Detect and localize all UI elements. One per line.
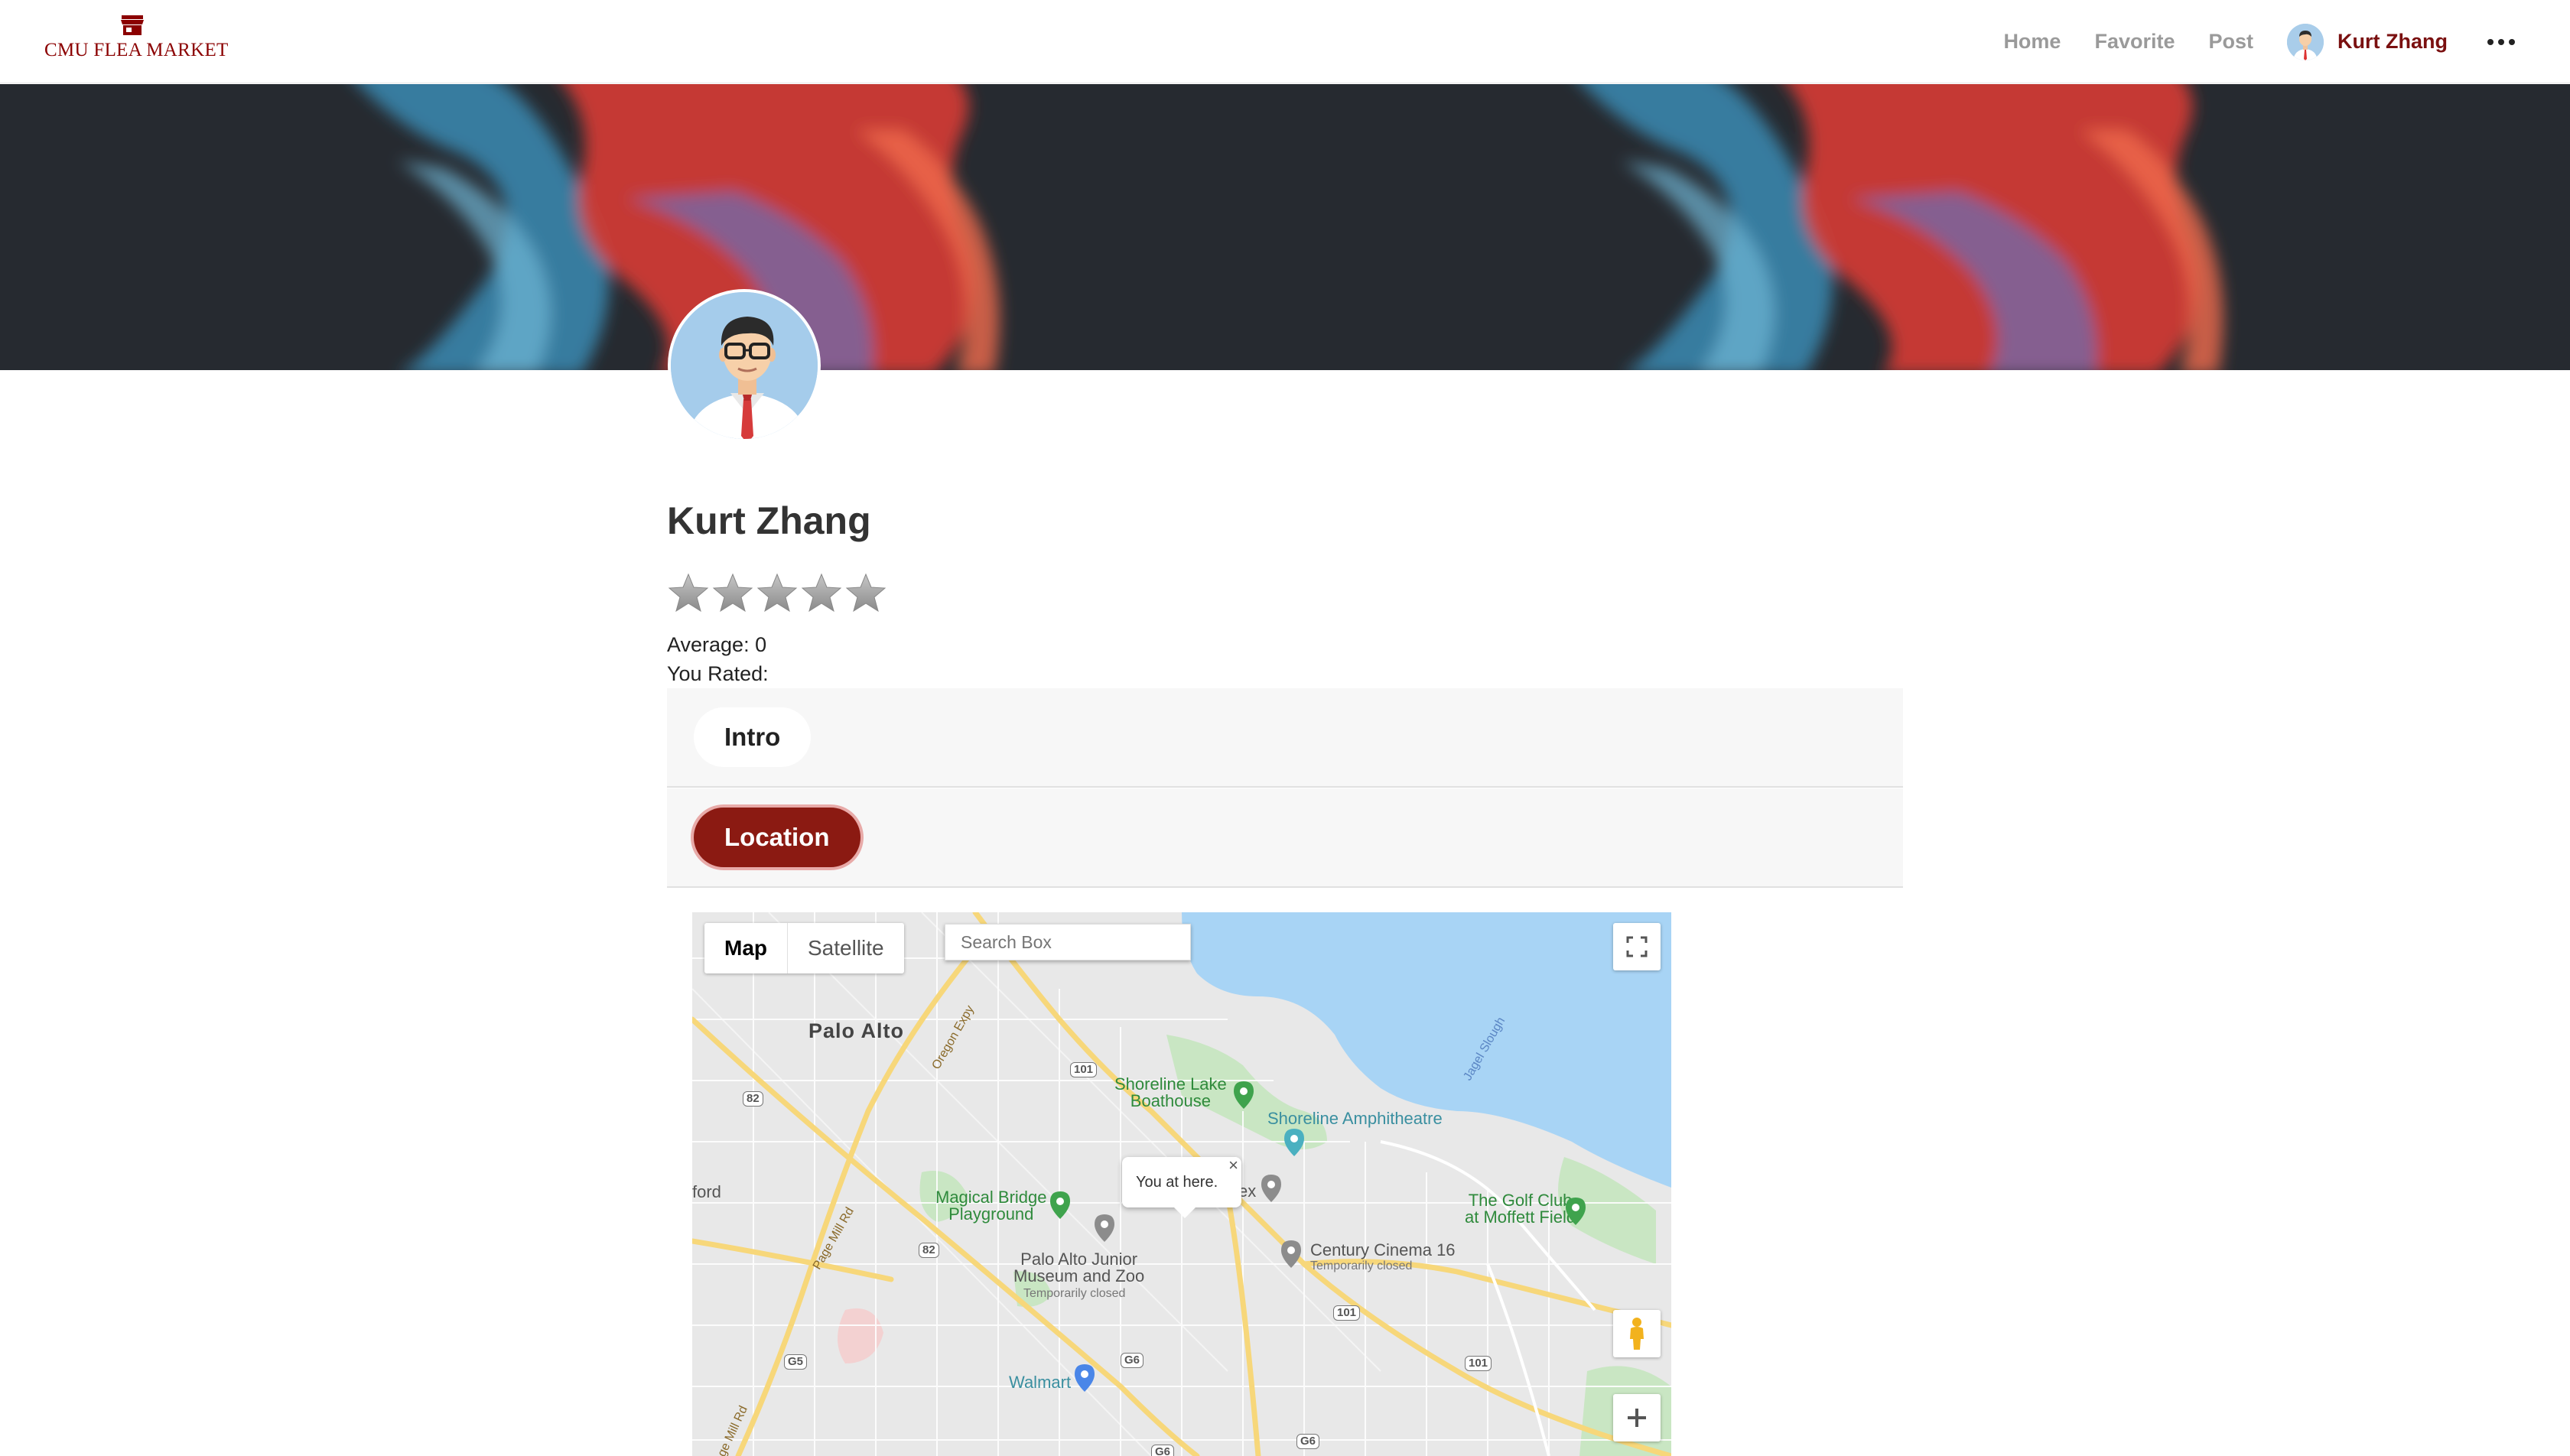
info-window-text: You at here. <box>1136 1173 1218 1191</box>
rating-stars[interactable] <box>667 572 887 615</box>
playground-pin-icon[interactable] <box>1049 1191 1072 1220</box>
map-type-map-button[interactable]: Map <box>704 923 788 973</box>
map-type-satellite-button[interactable]: Satellite <box>788 923 904 973</box>
map-label-magical-bridge: Magical Bridge Playground <box>935 1188 1047 1224</box>
map-label-walmart: Walmart <box>1009 1373 1072 1392</box>
fullscreen-icon[interactable] <box>1613 923 1661 970</box>
highway-shield: G6 <box>1121 1353 1144 1368</box>
profile-name: Kurt Zhang <box>667 499 871 542</box>
close-icon[interactable]: × <box>1228 1155 1238 1175</box>
map-label-junior-museum: Palo Alto Junior Museum and Zoo <box>1013 1250 1145 1285</box>
highway-shield: 82 <box>919 1243 939 1258</box>
brand-name: CMU FLEA MARKET <box>44 40 229 60</box>
map-label-century-cinema: Century Cinema 16 <box>1310 1240 1456 1259</box>
map-type-control: Map Satellite <box>704 923 904 973</box>
tab-location[interactable]: Location <box>694 808 860 867</box>
nav-menu: Home Favorite Post Kurt Zhang <box>2003 0 2570 83</box>
banner-smoke-image <box>358 84 1000 370</box>
place-pin-icon[interactable] <box>1260 1174 1283 1203</box>
zoom-in-icon[interactable] <box>1613 1394 1661 1441</box>
map-label-century-cinema-status: Temporarily closed <box>1310 1259 1413 1272</box>
park-pin-icon[interactable] <box>1232 1081 1255 1110</box>
star-icon[interactable] <box>667 572 710 615</box>
location-panel: Location <box>667 788 1903 888</box>
highway-shield: G6 <box>1151 1445 1175 1456</box>
nav-username: Kurt Zhang <box>2337 30 2448 53</box>
map-label-shoreline-amphitheatre: Shoreline Amphitheatre <box>1267 1109 1443 1128</box>
tab-intro[interactable]: Intro <box>694 707 812 767</box>
street-view-pegman-icon[interactable] <box>1613 1310 1661 1357</box>
profile-banner <box>0 84 2570 370</box>
map-label-junior-museum-status: Temporarily closed <box>1023 1287 1126 1300</box>
banner-smoke-image-repeat <box>1582 84 2224 370</box>
more-horizontal-icon[interactable] <box>2478 27 2524 57</box>
nav-user-menu[interactable]: Kurt Zhang <box>2287 23 2448 60</box>
highway-shield: 101 <box>1070 1062 1098 1077</box>
rating-you-rated: You Rated: <box>667 662 769 685</box>
star-icon[interactable] <box>844 572 887 615</box>
map-label-ford: ford <box>692 1182 721 1201</box>
cinema-pin-icon[interactable] <box>1280 1240 1303 1269</box>
highway-shield: 82 <box>743 1091 763 1107</box>
highway-shield: G5 <box>784 1354 808 1370</box>
venue-pin-icon[interactable] <box>1283 1128 1306 1157</box>
shopping-pin-icon[interactable] <box>1073 1363 1096 1393</box>
star-icon[interactable] <box>800 572 843 615</box>
nav-home-link[interactable]: Home <box>2003 30 2061 54</box>
map-search-input[interactable] <box>945 924 1191 960</box>
highway-shield: 101 <box>1465 1356 1492 1371</box>
map-label-shoreline-lake: Shoreline Lake Boathouse <box>1114 1074 1227 1110</box>
google-map[interactable]: Map Satellite Palo Alto Shoreline Lake B… <box>692 912 1671 1456</box>
highway-shield: G6 <box>1296 1434 1320 1449</box>
star-icon[interactable] <box>711 572 754 615</box>
map-label-golf-club: The Golf Club at Moffett Field <box>1465 1191 1576 1227</box>
brand-logo[interactable]: CMU FLEA MARKET <box>44 14 229 61</box>
map-label-palo-alto: Palo Alto <box>808 1019 905 1042</box>
nav-favorite-link[interactable]: Favorite <box>2094 30 2175 54</box>
intro-panel: Intro <box>667 688 1903 788</box>
rating-average: Average: 0 <box>667 633 767 656</box>
golf-pin-icon[interactable] <box>1564 1197 1587 1226</box>
nav-post-link[interactable]: Post <box>2209 30 2254 54</box>
profile-avatar <box>668 289 821 442</box>
map-info-window: You at here. × <box>1122 1155 1241 1218</box>
star-icon[interactable] <box>756 572 799 615</box>
museum-pin-icon[interactable] <box>1093 1214 1116 1243</box>
navbar: CMU FLEA MARKET Home Favorite Post Kurt … <box>0 0 2570 83</box>
highway-shield: 101 <box>1333 1305 1361 1321</box>
store-icon <box>121 15 144 35</box>
nav-avatar <box>2287 23 2324 60</box>
